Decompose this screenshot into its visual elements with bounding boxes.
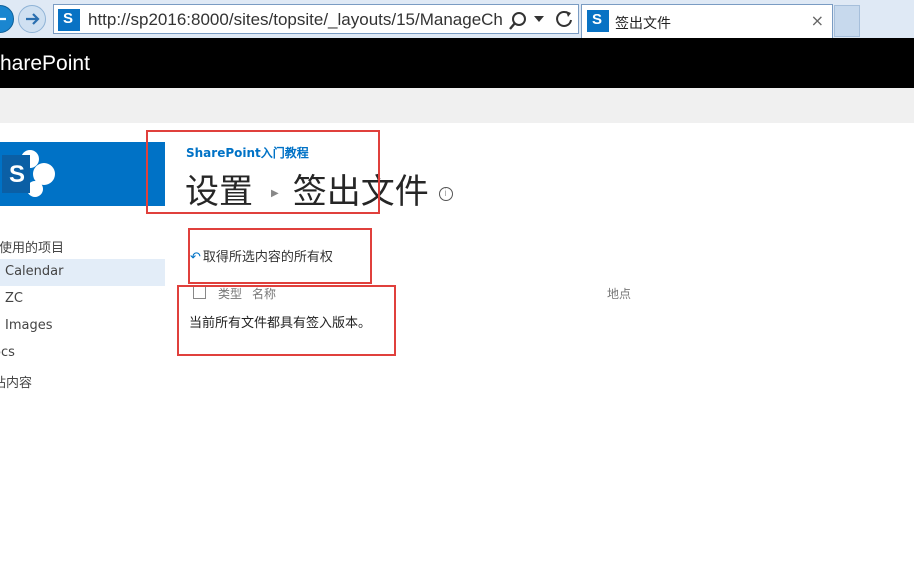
column-header-location[interactable]: 地点 — [607, 285, 631, 302]
suite-bar-brand[interactable]: SharePoint — [0, 52, 90, 76]
quick-launch-item-images[interactable]: Images — [0, 313, 165, 340]
back-button[interactable] — [0, 5, 14, 33]
quick-launch-item-zc[interactable]: ZC — [0, 286, 165, 313]
tab-title: 签出文件 — [615, 16, 671, 32]
annotation-box-take-ownership — [188, 228, 372, 284]
tab-sharepoint-favicon-icon: S — [587, 10, 609, 32]
recent-items-heading[interactable]: 近使用的项目 — [0, 232, 165, 259]
suite-bar: SharePoint — [0, 38, 914, 88]
annotation-box-title — [146, 130, 380, 214]
info-icon[interactable]: i — [438, 186, 453, 201]
quick-launch: 近使用的项目 Calendar ZC Images ocs 站内容 — [0, 232, 165, 394]
url-text[interactable]: http://sp2016:8000/sites/topsite/_layout… — [88, 10, 502, 30]
quick-launch-item-calendar[interactable]: Calendar — [0, 259, 165, 286]
browser-toolbar: S http://sp2016:8000/sites/topsite/_layo… — [0, 0, 914, 38]
new-tab-button[interactable] — [834, 5, 860, 37]
forward-arrow-icon — [26, 13, 40, 25]
refresh-icon[interactable] — [554, 9, 574, 29]
quick-launch-item-documents[interactable]: ocs — [0, 340, 165, 367]
ribbon-bar — [0, 88, 914, 123]
search-icon[interactable] — [508, 11, 528, 31]
annotation-box-empty-message — [177, 285, 396, 356]
sharepoint-logo-icon: S — [2, 150, 55, 197]
quick-launch-item-site-contents[interactable]: 站内容 — [0, 367, 165, 394]
forward-button[interactable] — [18, 5, 46, 33]
svg-text:S: S — [9, 161, 25, 188]
site-logo[interactable]: S — [0, 142, 165, 206]
sharepoint-favicon-icon: S — [58, 9, 80, 31]
dropdown-arrow-icon[interactable] — [534, 16, 544, 24]
back-arrow-icon — [0, 17, 6, 21]
browser-tab[interactable]: S 签出文件 × — [581, 4, 833, 38]
address-bar[interactable]: S http://sp2016:8000/sites/topsite/_layo… — [53, 4, 579, 34]
tab-close-icon[interactable]: × — [811, 11, 824, 30]
